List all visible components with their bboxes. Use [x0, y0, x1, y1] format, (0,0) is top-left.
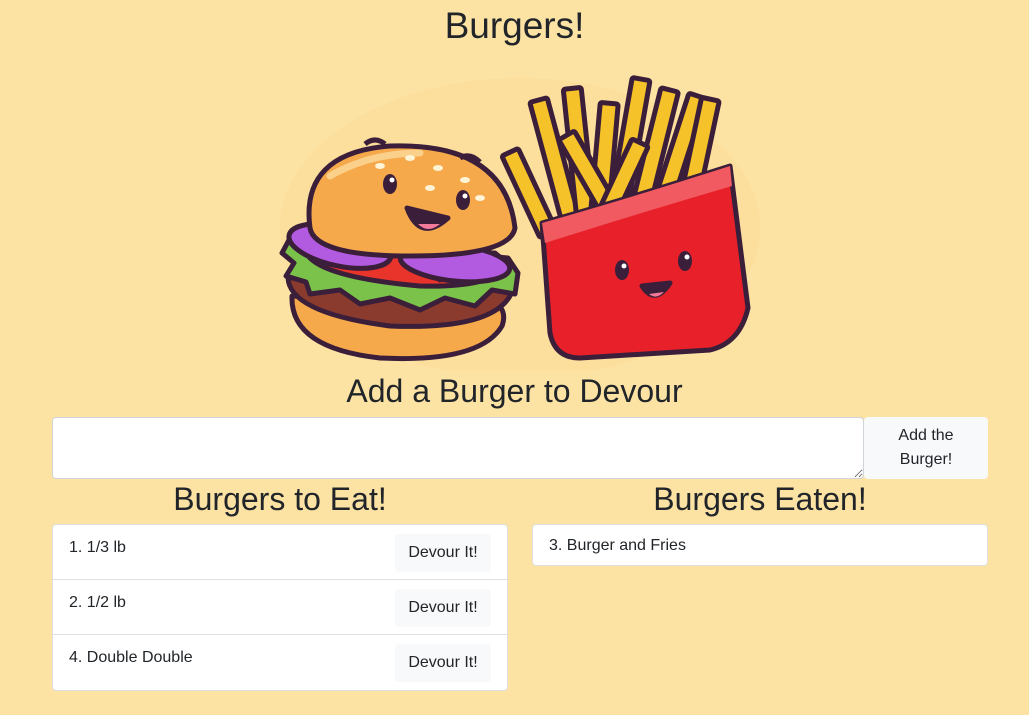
devour-button[interactable]: Devour It! [395, 534, 491, 572]
burgers-to-eat-heading: Burgers to Eat! [173, 481, 387, 517]
burgers-eaten-heading: Burgers Eaten! [653, 481, 867, 517]
list-item: 4. Double Double Devour It! [53, 635, 507, 690]
list-item: 2. 1/2 lb Devour It! [53, 580, 507, 635]
list-item: 1. 1/3 lb Devour It! [53, 525, 507, 580]
list-item: 3. Burger and Fries [533, 525, 987, 565]
burger-label: 2. 1/2 lb [69, 594, 126, 611]
page-title: Burgers! [444, 5, 585, 46]
add-burger-button[interactable]: Add the Burger! [864, 417, 988, 479]
burgers-to-eat-list: 1. 1/3 lb Devour It! 2. 1/2 lb Devour It… [52, 524, 508, 691]
burger-fries-illustration [279, 75, 760, 370]
devour-button[interactable]: Devour It! [395, 589, 491, 627]
devour-button[interactable]: Devour It! [395, 644, 491, 682]
add-burger-heading: Add a Burger to Devour [346, 373, 683, 409]
burger-label: 1. 1/3 lb [69, 539, 126, 556]
burger-label: 4. Double Double [69, 649, 193, 666]
burgers-eaten-list: 3. Burger and Fries [532, 524, 988, 566]
burger-name-input[interactable] [52, 417, 864, 479]
burger-label: 3. Burger and Fries [549, 537, 686, 554]
